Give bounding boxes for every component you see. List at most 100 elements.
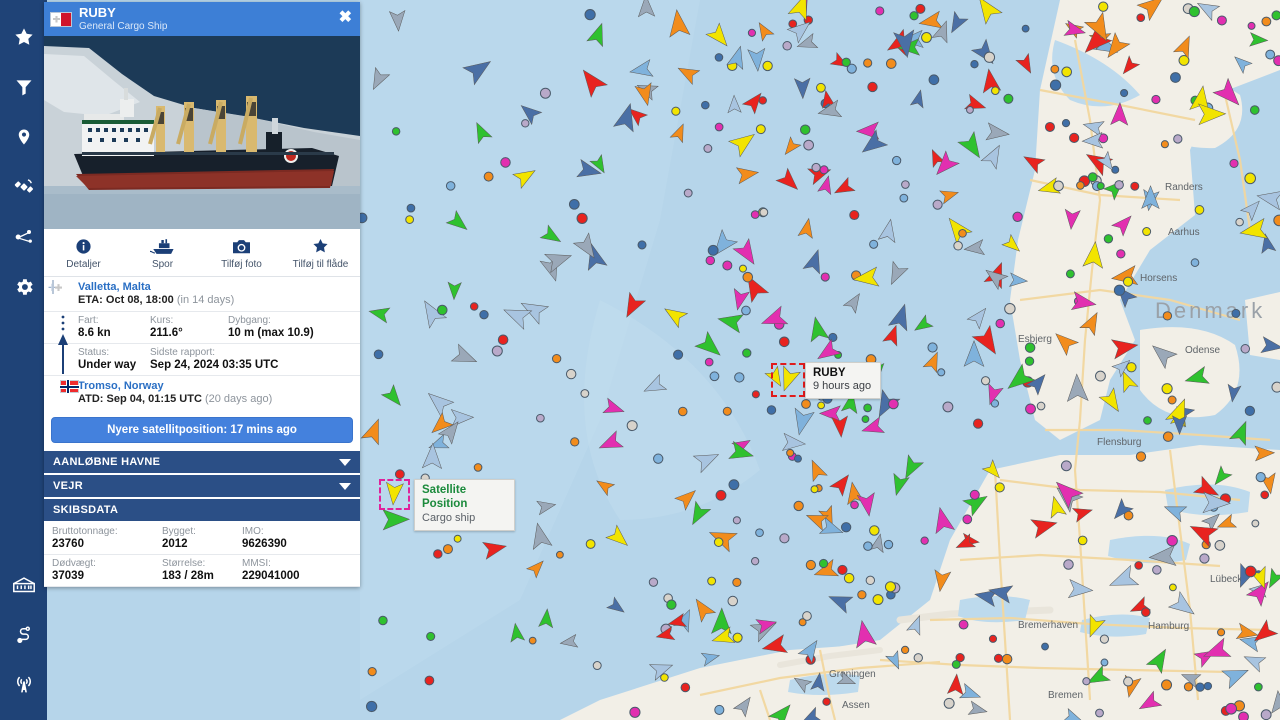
atd-relative: (20 days ago) xyxy=(204,393,273,405)
tab-detaljer[interactable]: Detaljer xyxy=(44,229,123,276)
deadweight-label: Dødvægt: xyxy=(52,558,96,569)
share-route-icon xyxy=(15,230,32,243)
ship-data-grid: Bruttotonnage: 23760 Bygget: 2012 IMO: 9… xyxy=(44,523,360,587)
section-vejr[interactable]: VEJR xyxy=(44,475,360,499)
cell-mmsi: MMSI: 229041000 xyxy=(234,558,360,582)
course-value: 211.6° xyxy=(150,327,183,339)
satellite-position-button[interactable]: Nyere satellitposition: 17 mins ago xyxy=(51,417,353,443)
map-label-esbjerg: Esbjerg xyxy=(1018,334,1052,345)
location-pin-icon xyxy=(18,129,29,145)
flag-malta-small-icon xyxy=(52,280,54,295)
built-value: 2012 xyxy=(162,538,188,550)
origin-row: Tromso, Norway ATD: Sep 04, 01:15 UTC (2… xyxy=(44,376,360,410)
section-aanlobne-havne[interactable]: AANLØBNE HAVNE xyxy=(44,451,360,475)
tab-detaljer-label: Detaljer xyxy=(66,259,101,270)
destination-port[interactable]: Valletta, Malta xyxy=(78,281,354,293)
star-icon xyxy=(313,238,328,253)
status-label: Status: xyxy=(78,347,110,358)
origin-atd: ATD: Sep 04, 01:15 UTC (20 days ago) xyxy=(78,393,354,405)
tab-spor-label: Spor xyxy=(151,259,174,270)
stats-row-2: Status: Under way Sidste rapport: Sep 24… xyxy=(44,344,360,376)
sidebar-item-filters[interactable] xyxy=(0,62,47,112)
gross-tonnage-value: 23760 xyxy=(52,538,84,550)
tooltip-vessel-subtitle: 9 hours ago xyxy=(813,380,872,393)
chevron-down-icon xyxy=(339,482,351,490)
sidebar-item-satellite[interactable] xyxy=(0,162,47,212)
map-label-horsens: Horsens xyxy=(1140,273,1177,284)
vessel-info-panel: RUBY General Cargo Ship ✖ Detaljer Spor … xyxy=(44,2,360,587)
sidebar-item-favorites[interactable] xyxy=(0,12,47,62)
map-label-odense: Odense xyxy=(1185,345,1220,356)
cell-imo: IMO: 9626390 xyxy=(234,526,360,550)
atd-label: ATD: xyxy=(78,393,104,405)
deadweight-value: 37039 xyxy=(52,570,84,582)
tooltip-satellite[interactable]: Satellite Position Cargo ship xyxy=(414,479,515,531)
eta-value: Oct 08, 18:00 xyxy=(105,294,174,306)
section-skibsdata-label: SKIBSDATA xyxy=(53,504,119,516)
section-vejr-label: VEJR xyxy=(53,480,83,492)
camera-icon xyxy=(233,239,250,253)
selection-box-vessel xyxy=(771,363,805,397)
stat-draught: Dybgang: 10 m (max 10.9) xyxy=(228,312,360,343)
cell-gross-tonnage: Bruttotonnage: 23760 xyxy=(44,526,154,550)
stat-course: Kurs: 211.6° xyxy=(150,312,228,343)
selection-box-satellite xyxy=(379,479,410,510)
tab-tilfoj-til-flade[interactable]: Tilføj til flåde xyxy=(281,229,360,276)
map-label-bremerhaven: Bremerhaven xyxy=(1018,620,1078,631)
tab-tilfoj-foto-label: Tilføj foto xyxy=(221,259,262,270)
eta-relative: (in 14 days) xyxy=(176,294,235,306)
gross-tonnage-label: Bruttotonnage: xyxy=(52,526,118,537)
map-label-randers: Randers xyxy=(1165,182,1203,193)
sidebar-item-containers[interactable] xyxy=(0,560,47,610)
table-row: Bruttotonnage: 23760 Bygget: 2012 IMO: 9… xyxy=(44,523,360,555)
tab-tilfoj-foto[interactable]: Tilføj foto xyxy=(202,229,281,276)
stat-status: Status: Under way xyxy=(78,344,150,375)
eta-label: ETA: xyxy=(78,294,103,306)
filter-icon xyxy=(16,80,31,96)
atd-value: Sep 04, 01:15 UTC xyxy=(106,393,202,405)
sidebar-item-voyage-planner[interactable] xyxy=(0,610,47,660)
flag-malta-icon xyxy=(50,11,72,27)
vessel-name: RUBY xyxy=(79,5,116,21)
tab-spor[interactable]: Spor xyxy=(123,229,202,276)
size-value: 183 / 28m xyxy=(162,570,214,582)
map-label-denmark: Denmark xyxy=(1155,298,1265,323)
vessel-type: General Cargo Ship xyxy=(79,20,168,32)
built-label: Bygget: xyxy=(162,526,196,537)
cell-deadweight: Dødvægt: 37039 xyxy=(44,558,154,582)
star-icon xyxy=(14,28,33,45)
marine-traffic-app: Denmark Randers Aarhus Horsens Esbjerg O… xyxy=(0,0,1280,720)
mmsi-label: MMSI: xyxy=(242,558,271,569)
antenna-icon xyxy=(16,676,31,693)
flag-norway-icon xyxy=(60,380,79,393)
last-report-label: Sidste rapport: xyxy=(150,347,216,358)
imo-value: 9626390 xyxy=(242,538,287,550)
section-aanlobne-havne-label: AANLØBNE HAVNE xyxy=(53,456,161,468)
tooltip-satellite-title: Satellite Position xyxy=(422,484,468,511)
cell-built: Bygget: 2012 xyxy=(154,526,234,550)
tooltip-vessel-title: RUBY xyxy=(813,367,846,379)
container-icon xyxy=(12,577,35,593)
close-icon[interactable]: ✖ xyxy=(339,10,352,26)
sidebar-item-settings[interactable] xyxy=(0,262,47,312)
chevron-down-icon xyxy=(339,458,351,466)
mmsi-value: 229041000 xyxy=(242,570,300,582)
sidebar-rail xyxy=(0,0,47,720)
tooltip-vessel[interactable]: RUBY 9 hours ago xyxy=(805,362,881,400)
sidebar-item-stations[interactable] xyxy=(0,660,47,710)
sidebar-item-routes[interactable] xyxy=(0,212,47,262)
panel-tabs: Detaljer Spor Tilføj foto Tilføj til flå… xyxy=(44,229,360,277)
destination-row: ✛ Valletta, Malta ETA: Oct 08, 18:00 (in… xyxy=(44,277,360,312)
origin-port[interactable]: Tromso, Norway xyxy=(78,380,354,392)
destination-eta: ETA: Oct 08, 18:00 (in 14 days) xyxy=(78,294,354,306)
map-label-aarhus: Aarhus xyxy=(1168,227,1200,238)
cell-size: Størrelse: 183 / 28m xyxy=(154,558,234,582)
route-curve-icon xyxy=(16,626,30,643)
sidebar-item-ports[interactable] xyxy=(0,112,47,162)
table-row: Dødvægt: 37039 Størrelse: 183 / 28m MMSI… xyxy=(44,555,360,587)
panel-header: RUBY General Cargo Ship ✖ xyxy=(44,2,360,36)
section-skibsdata[interactable]: SKIBSDATA xyxy=(44,499,360,523)
ship-icon xyxy=(149,238,174,254)
tooltip-satellite-subtitle: Cargo ship xyxy=(422,511,476,524)
speed-label: Fart: xyxy=(78,315,99,326)
